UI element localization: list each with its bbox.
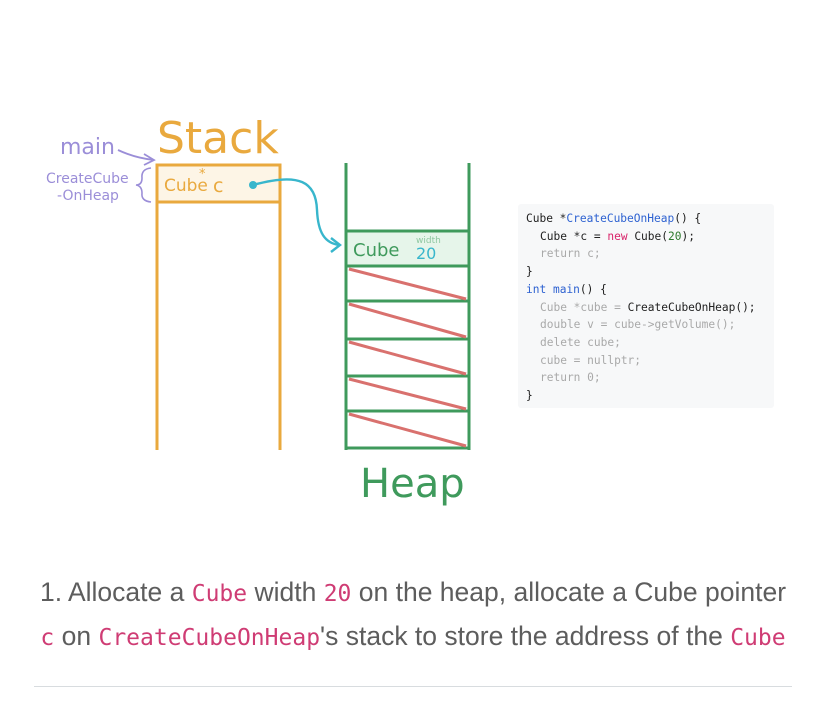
stack-cell-var: c	[213, 175, 223, 197]
caption-text: on	[54, 621, 99, 651]
code-line: cube = nullptr;	[540, 353, 642, 367]
heap-free-cells	[346, 267, 469, 450]
frame-brace	[135, 167, 152, 203]
code-token: );	[681, 229, 695, 243]
code-line: double v = cube->getVolume();	[540, 318, 736, 332]
caption-code: 20	[323, 581, 352, 607]
code-line: }	[526, 389, 533, 403]
code-token: () {	[674, 212, 702, 225]
stack-title: Stack	[157, 113, 279, 164]
code-token: CreateCubeOnHeap	[566, 212, 675, 225]
code-token: Cube(	[627, 229, 668, 243]
caption-text: 's stack to store the address of the	[320, 621, 731, 651]
heap-free-slash	[348, 267, 467, 301]
code-snippet: Cube *CreateCubeOnHeap() { Cube *c = new…	[518, 204, 774, 408]
heap-cell-field-value: 20	[416, 244, 436, 263]
code-token: int	[526, 282, 547, 296]
caption-code: Cube	[191, 581, 248, 607]
main-label: main	[60, 135, 115, 160]
main-arrow	[117, 149, 155, 161]
caption-code: c	[40, 625, 55, 651]
code-token: Cube *	[526, 212, 567, 225]
code-token: () {	[579, 282, 607, 296]
frame-label-line2: -OnHeap	[57, 188, 119, 204]
caption-text: width	[247, 577, 324, 607]
code-line: return c;	[540, 247, 601, 261]
heap-free-slash	[348, 412, 467, 448]
code-line: Cube *cube = CreateCubeOnHeap();	[526, 299, 774, 317]
code-token: main	[546, 282, 580, 296]
code-line: return 0;	[540, 371, 601, 385]
code-line: Cube *c = new Cube(20);	[526, 228, 774, 246]
heap-free-slash	[348, 377, 467, 411]
code-token: CreateCubeOnHeap();	[627, 300, 756, 314]
heap-title: Heap	[360, 461, 465, 507]
frame-label-line1: CreateCube	[46, 171, 129, 187]
code-line: Cube *CreateCubeOnHeap() {	[526, 210, 774, 228]
code-token: Cube *cube =	[540, 300, 628, 314]
stack-cell-star: *	[199, 167, 206, 182]
heap-free-slash	[348, 302, 467, 339]
heap-free-slash	[348, 340, 467, 376]
code-token: new	[607, 229, 628, 243]
caption-code: Cube	[730, 625, 786, 651]
code-token: Cube *c =	[540, 229, 608, 243]
code-line: }	[526, 265, 533, 279]
heap-cell-type: Cube	[353, 240, 399, 261]
code-line: delete cube;	[540, 335, 621, 349]
code-token: 20	[668, 229, 682, 243]
caption-text: 1. Allocate a	[39, 577, 192, 607]
divider	[34, 686, 792, 687]
code-line: int main() {	[526, 281, 774, 299]
caption-text: on the heap, allocate a Cube pointer	[351, 577, 787, 607]
caption-code: CreateCubeOnHeap	[98, 625, 321, 651]
step-caption: 1. Allocate a Cube width 20 on the heap,…	[34, 571, 792, 683]
